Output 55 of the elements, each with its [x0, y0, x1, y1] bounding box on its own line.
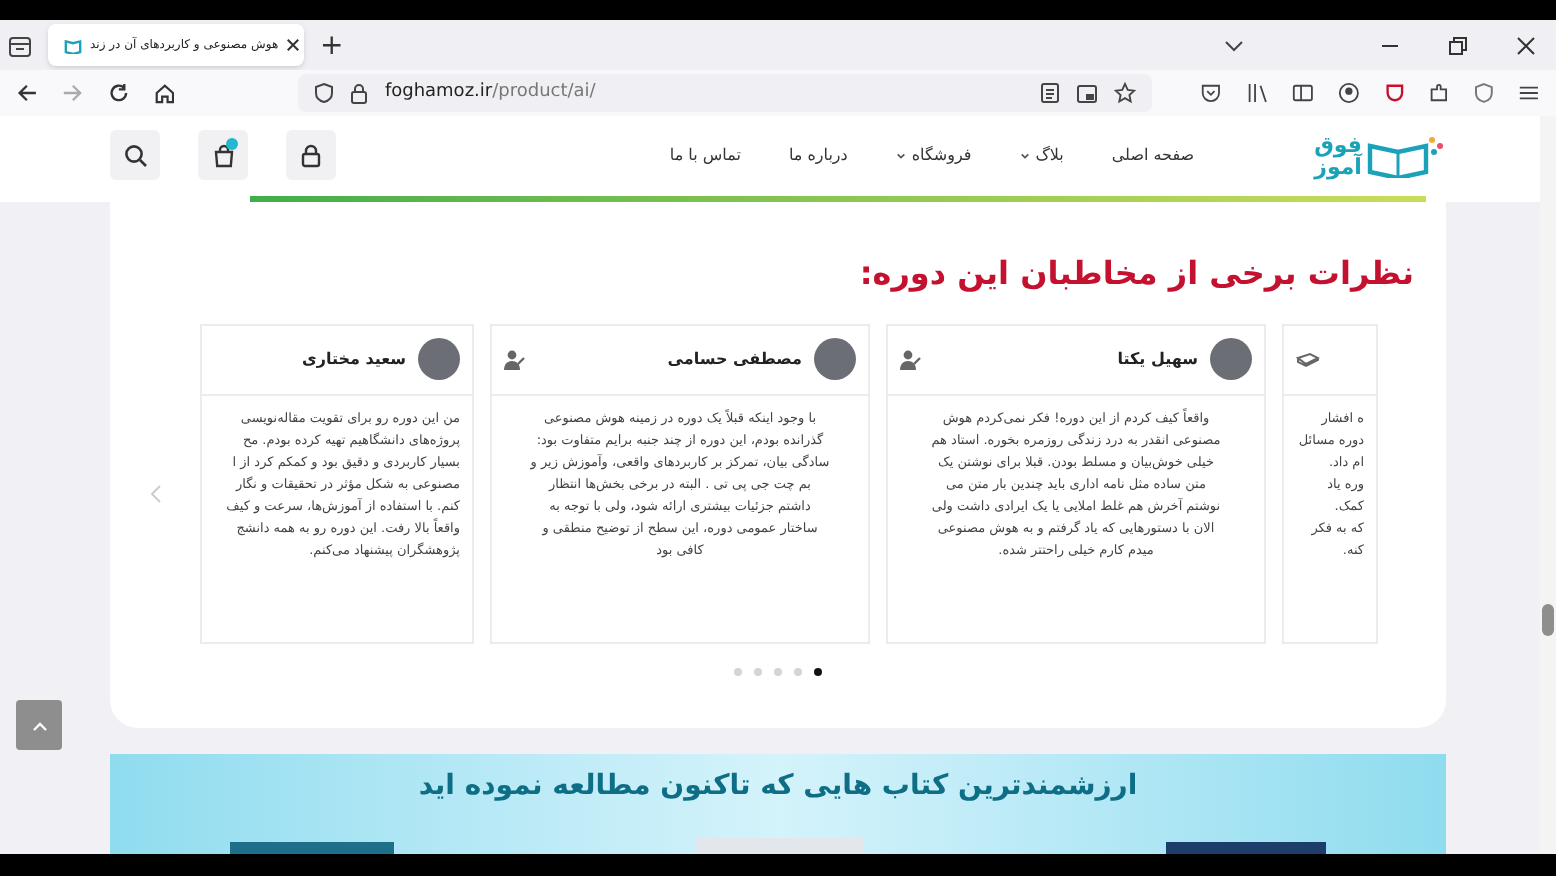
- back-icon[interactable]: [16, 82, 38, 104]
- caret-icon: [1019, 151, 1030, 160]
- account-icon[interactable]: [1337, 82, 1360, 104]
- chevron-down-icon[interactable]: [1224, 35, 1244, 55]
- reload-icon[interactable]: [107, 82, 130, 104]
- book-logo-icon: [1366, 133, 1446, 178]
- lock-icon: [350, 82, 369, 104]
- restore-icon[interactable]: [1448, 35, 1468, 55]
- extension-badge-icon[interactable]: [1383, 82, 1405, 104]
- reader-view-icon[interactable]: [1040, 82, 1061, 104]
- new-tab-button[interactable]: +: [320, 31, 344, 59]
- close-icon[interactable]: [1516, 35, 1536, 55]
- tab-list-icon[interactable]: [8, 33, 32, 57]
- menu-icon[interactable]: [1518, 82, 1540, 104]
- logo-text: آموز: [1314, 155, 1362, 178]
- avatar: [418, 338, 460, 381]
- search-icon: [123, 143, 147, 168]
- extensions-icon[interactable]: [1428, 82, 1451, 104]
- site-favicon: [64, 36, 82, 54]
- nav-link[interactable]: درباره ما: [788, 143, 848, 168]
- nav-link[interactable]: تماس با ما: [669, 143, 741, 168]
- scrollbar-thumb[interactable]: [1542, 604, 1554, 636]
- chevron-up-icon: [31, 719, 47, 731]
- reviewer-name: سهیل یکتا: [1115, 347, 1198, 372]
- lock-icon: [300, 143, 322, 168]
- shield-icon[interactable]: [1474, 82, 1495, 104]
- avatar: [814, 338, 856, 381]
- tab-close-icon[interactable]: [286, 38, 301, 52]
- cart-badge: [226, 138, 238, 151]
- cart-button[interactable]: [198, 130, 248, 181]
- book-icon: [1296, 351, 1320, 368]
- account-button[interactable]: [286, 130, 336, 181]
- shield-icon: [314, 82, 335, 104]
- avatar: [1210, 338, 1252, 381]
- pocket-icon[interactable]: [1200, 82, 1222, 104]
- address-bar[interactable]: foghamoz.ir/product/ai/: [298, 74, 1153, 112]
- user-icon: [504, 349, 526, 370]
- search-button[interactable]: [110, 130, 160, 181]
- picture-in-picture-icon[interactable]: [1076, 83, 1099, 103]
- nav-link[interactable]: بلاگ: [1019, 143, 1064, 168]
- bag-icon: [211, 143, 235, 168]
- nav-link[interactable]: فروشگاه: [895, 143, 972, 168]
- library-icon[interactable]: [1245, 82, 1268, 104]
- star-icon[interactable]: [1114, 82, 1137, 104]
- user-icon: [900, 349, 922, 370]
- section-heading: نظرات برخی از مخاطبان این دوره:: [857, 251, 1414, 296]
- caret-icon: [895, 151, 906, 160]
- logo-text: فوق: [1314, 133, 1362, 156]
- reviewer-name: مصطفی حسامی: [665, 347, 802, 372]
- url-text: foghamoz.ir/product/ai/: [384, 79, 598, 106]
- reviewer-name: سعید مختاری: [300, 347, 406, 372]
- banner-heading: ارزشمندترین کتاب هایی که تاکنون مطالعه نموده اید: [418, 768, 1138, 807]
- sidebar-icon[interactable]: [1291, 82, 1314, 104]
- home-icon[interactable]: [153, 82, 175, 104]
- nav-link[interactable]: صفحه اصلی: [1111, 143, 1195, 168]
